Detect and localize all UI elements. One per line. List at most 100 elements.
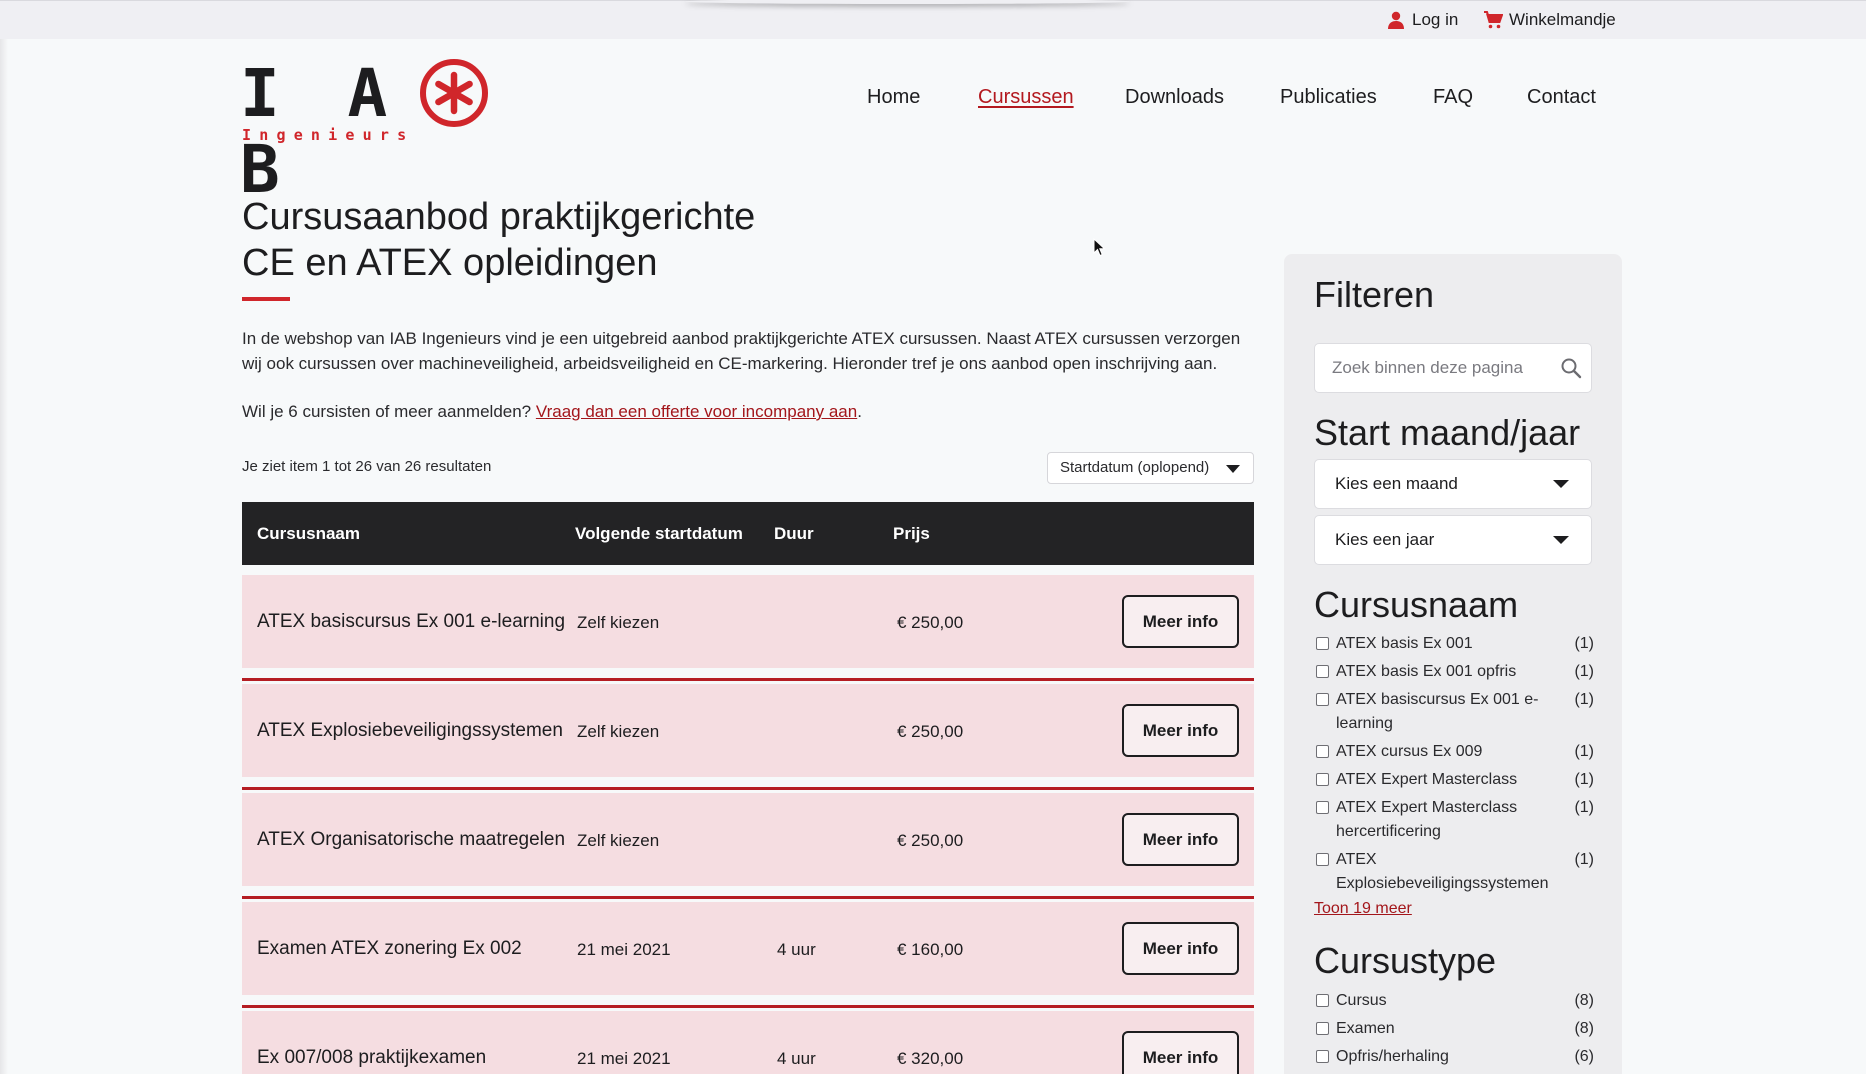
filter-count: (8): [1574, 1020, 1594, 1037]
course-heading: Cursusnaam: [1314, 584, 1519, 625]
filter-label: Cursus: [1336, 992, 1387, 1009]
course-start: Zelf kiezen: [577, 613, 660, 632]
year-select-value: Kies een jaar: [1335, 530, 1435, 549]
filter-count: (6): [1574, 1048, 1594, 1065]
course-start: 21 mei 2021: [577, 940, 671, 959]
logo-subtitle: Ingenieurs: [242, 126, 415, 144]
table-row: Ex 007/008 praktijkexamen 21 mei 2021 4 …: [242, 1011, 1254, 1074]
table-row: Examen ATEX zonering Ex 002 21 mei 2021 …: [242, 902, 1254, 1008]
cart-label: Winkelmandje: [1509, 10, 1616, 29]
nav-cursussen[interactable]: Cursussen: [978, 86, 1074, 109]
year-select[interactable]: Kies een jaar: [1314, 515, 1592, 565]
month-select[interactable]: Kies een maand: [1314, 459, 1592, 509]
course-name: ATEX basiscursus Ex 001 e-learning: [257, 611, 566, 632]
filter-label: Examen: [1336, 1020, 1395, 1037]
checkbox[interactable]: [1316, 773, 1329, 786]
filter-count: (1): [1574, 691, 1594, 708]
meer-info-button[interactable]: Meer info: [1122, 922, 1239, 975]
top-utility-bar: Log in Winkelmandje: [0, 0, 1866, 39]
checkbox[interactable]: [1316, 994, 1329, 1007]
course-start: Zelf kiezen: [577, 722, 660, 741]
chevron-down-icon: [1553, 536, 1569, 544]
header-startdatum: Volgende startdatum: [575, 524, 743, 543]
incompany-prefix: Wil je 6 cursisten of meer aanmelden?: [242, 402, 532, 421]
nav-faq[interactable]: FAQ: [1433, 86, 1473, 109]
window-edge: [0, 39, 8, 1074]
incompany-text: Wil je 6 cursisten of meer aanmelden? Vr…: [242, 402, 862, 422]
nav-downloads[interactable]: Downloads: [1125, 86, 1224, 109]
checkbox[interactable]: [1316, 1050, 1329, 1063]
filter-count: (1): [1574, 635, 1594, 652]
table-row: ATEX Organisatorische maatregelen Zelf k…: [242, 793, 1254, 899]
title-underline: [242, 297, 290, 301]
meer-info-button[interactable]: Meer info: [1122, 1031, 1239, 1074]
search-input[interactable]: [1316, 345, 1556, 391]
table-header: Cursusnaam Volgende startdatum Duur Prij…: [242, 502, 1254, 565]
course-name: Examen ATEX zonering Ex 002: [257, 938, 522, 959]
show-more-link[interactable]: Toon 19 meer: [1314, 900, 1412, 918]
checkbox[interactable]: [1316, 665, 1329, 678]
user-icon: [1388, 11, 1404, 29]
meer-info-button[interactable]: Meer info: [1122, 704, 1239, 757]
checkbox[interactable]: [1316, 693, 1329, 706]
table-row: ATEX Explosiebeveiligingssystemen Zelf k…: [242, 684, 1254, 790]
course-price: € 320,00: [897, 1049, 964, 1068]
filter-label: Opfris/herhaling: [1336, 1048, 1449, 1065]
course-price: € 250,00: [897, 722, 964, 741]
filter-count: (1): [1574, 771, 1594, 788]
filter-title: Filteren: [1314, 274, 1435, 315]
course-name: ATEX Organisatorische maatregelen: [257, 829, 566, 850]
header-duur: Duur: [774, 524, 814, 543]
filter-count: (8): [1574, 992, 1594, 1009]
course-price: € 250,00: [897, 613, 964, 632]
page-title-line1: Cursusaanbod praktijkgerichte: [242, 196, 756, 238]
course-price: € 160,00: [897, 940, 964, 959]
filter-label: ATEX Expert Masterclass hercertificering: [1336, 799, 1518, 840]
filter-sidebar: Filteren Start maand/jaar Kies een maand…: [1284, 254, 1622, 1074]
chevron-down-icon: [1226, 465, 1240, 473]
intro-text: In de webshop van IAB Ingenieurs vind je…: [242, 329, 1241, 373]
table-row: ATEX basiscursus Ex 001 e-learning Zelf …: [242, 575, 1254, 681]
page-title: Cursusaanbod praktijkgerichte CE en ATEX…: [242, 194, 882, 286]
search-icon[interactable]: [1559, 356, 1583, 380]
meer-info-button[interactable]: Meer info: [1122, 813, 1239, 866]
filter-count: (1): [1574, 663, 1594, 680]
cart-link[interactable]: Winkelmandje: [1483, 10, 1616, 30]
cart-icon: [1484, 11, 1503, 29]
filter-label: ATEX basis Ex 001 opfris: [1336, 663, 1517, 680]
mouse-cursor-icon: [1093, 238, 1106, 257]
search-field[interactable]: [1314, 343, 1592, 393]
page-title-line2: CE en ATEX opleidingen: [242, 242, 658, 284]
login-label: Log in: [1412, 10, 1459, 29]
checkbox[interactable]: [1316, 1022, 1329, 1035]
filter-label: ATEX cursus Ex 009: [1336, 743, 1483, 760]
course-name: ATEX Explosiebeveiligingssystemen: [257, 720, 563, 741]
filter-count: (1): [1574, 743, 1594, 760]
result-count: Je ziet item 1 tot 26 van 26 resultaten: [242, 458, 492, 475]
checkbox[interactable]: [1316, 637, 1329, 650]
filter-label: ATEX Explosiebeveiligingssystemen: [1336, 851, 1549, 892]
checkbox[interactable]: [1316, 801, 1329, 814]
filter-count: (1): [1574, 799, 1594, 816]
course-name: Ex 007/008 praktijkexamen: [257, 1047, 487, 1068]
course-duration: 4 uur: [777, 1049, 816, 1068]
filter-label: ATEX basis Ex 001: [1336, 635, 1473, 652]
filter-label: ATEX basiscursus Ex 001 e-learning: [1336, 691, 1539, 732]
asterisk-logo-icon: [420, 59, 488, 127]
course-price: € 250,00: [897, 831, 964, 850]
checkbox[interactable]: [1316, 853, 1329, 866]
incompany-suffix: .: [857, 402, 862, 421]
incompany-link[interactable]: Vraag dan een offerte voor incompany aan: [536, 402, 857, 421]
login-link[interactable]: Log in: [1386, 10, 1458, 30]
nav-contact[interactable]: Contact: [1527, 86, 1596, 109]
popup-shadow: [685, 0, 1130, 4]
type-heading: Cursustype: [1314, 940, 1497, 981]
nav-publicaties[interactable]: Publicaties: [1280, 86, 1377, 109]
iab-logo[interactable]: I A B Ingenieurs: [240, 56, 490, 208]
header-prijs: Prijs: [893, 524, 930, 543]
checkbox[interactable]: [1316, 745, 1329, 758]
nav-home[interactable]: Home: [867, 86, 920, 109]
sort-select[interactable]: Startdatum (oplopend): [1047, 452, 1254, 484]
chevron-down-icon: [1553, 480, 1569, 488]
meer-info-button[interactable]: Meer info: [1122, 595, 1239, 648]
